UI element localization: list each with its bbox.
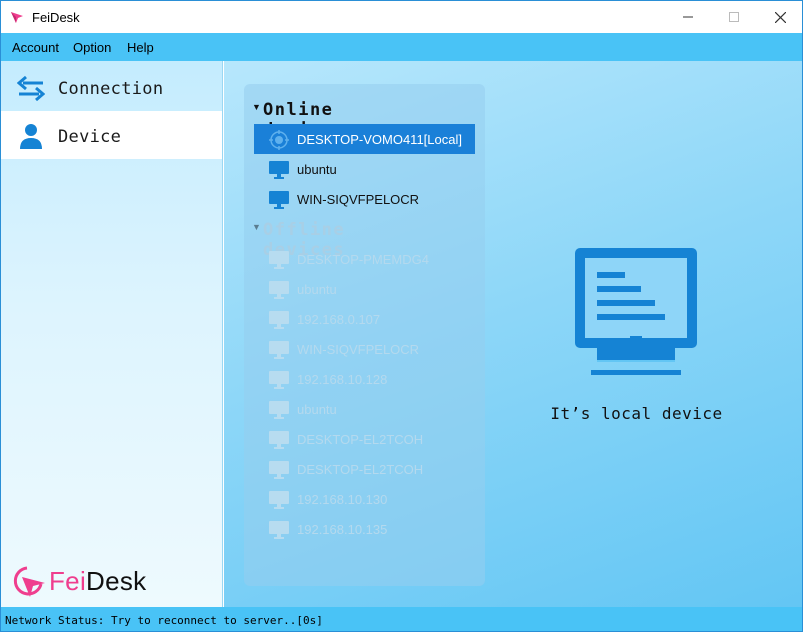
sidebar-item-label: Connection: [58, 79, 164, 99]
computer-monitor-icon: [575, 248, 697, 375]
device-name: ubuntu: [297, 282, 337, 297]
close-icon: [774, 11, 786, 23]
device-row-offline[interactable]: ubuntu: [254, 394, 475, 424]
device-name: WIN-SIQVFPELOCR: [297, 192, 420, 207]
monitor-icon: [269, 161, 289, 179]
device-row-offline[interactable]: 192.168.10.130: [254, 484, 475, 514]
collapse-triangle-icon: ▼: [252, 102, 261, 112]
device-row-offline[interactable]: 192.168.10.128: [254, 364, 475, 394]
device-name: 192.168.10.135: [297, 522, 388, 537]
swap-arrows-icon: [17, 75, 45, 101]
close-button[interactable]: [757, 1, 802, 33]
menu-option[interactable]: Option: [73, 40, 111, 55]
monitor-icon: [269, 371, 289, 389]
maximize-button[interactable]: [711, 1, 757, 33]
device-row-offline[interactable]: DESKTOP-PMEMDG4: [254, 244, 475, 274]
monitor-icon: [269, 191, 289, 209]
device-row-offline[interactable]: DESKTOP-EL2TCOH: [254, 454, 475, 484]
device-name: 192.168.10.128: [297, 372, 388, 387]
device-row-offline[interactable]: 192.168.10.135: [254, 514, 475, 544]
app-window: FeiDesk Account Option Help Connection D…: [0, 0, 803, 632]
monitor-icon: [269, 281, 289, 299]
sidebar-item-label: Device: [58, 127, 122, 147]
device-name: DESKTOP-EL2TCOH: [297, 432, 424, 447]
monitor-icon: [269, 251, 289, 269]
device-name: ubuntu: [297, 402, 337, 417]
device-name: 192.168.10.130: [297, 492, 388, 507]
brand-suffix: Desk: [86, 566, 147, 596]
user-icon: [20, 124, 42, 149]
feidesk-logo-icon: [11, 12, 23, 23]
device-row-offline[interactable]: ubuntu: [254, 274, 475, 304]
device-row-online[interactable]: DESKTOP-VOMO411[Local]: [254, 124, 475, 154]
menu-account[interactable]: Account: [12, 40, 59, 55]
brand-prefix: Fei: [49, 566, 87, 596]
device-name: WIN-SIQVFPELOCR: [297, 342, 420, 357]
network-status-text: Network Status: Try to reconnect to serv…: [5, 614, 323, 627]
maximize-icon: [729, 12, 739, 22]
minimize-button[interactable]: [665, 1, 711, 33]
target-icon: [269, 130, 289, 150]
menu-help[interactable]: Help: [127, 40, 154, 55]
device-name: ubuntu: [297, 162, 337, 177]
device-row-offline[interactable]: WIN-SIQVFPELOCR: [254, 334, 475, 364]
main-area: ▼ Online devices DESKTOP-VOMO411[Local]: [224, 61, 802, 607]
monitor-icon: [269, 491, 289, 509]
monitor-icon: [269, 461, 289, 479]
window-title: FeiDesk: [32, 10, 80, 25]
sidebar-item-device[interactable]: Device: [1, 111, 222, 159]
minimize-icon: [683, 16, 693, 18]
collapse-triangle-icon: ▼: [252, 222, 261, 232]
monitor-icon: [269, 341, 289, 359]
device-name: 192.168.0.107: [297, 312, 381, 327]
device-list-panel: ▼ Online devices DESKTOP-VOMO411[Local]: [244, 84, 485, 586]
status-bar: Network Status: Try to reconnect to serv…: [1, 607, 802, 631]
device-name: DESKTOP-EL2TCOH: [297, 462, 424, 477]
title-bar[interactable]: FeiDesk: [1, 1, 802, 33]
monitor-icon: [269, 521, 289, 539]
brand-wordmark: FeiDesk: [49, 566, 146, 597]
device-row-online[interactable]: WIN-SIQVFPELOCR: [254, 184, 475, 214]
brand-logo: FeiDesk: [11, 564, 171, 602]
sidebar-item-connection[interactable]: Connection: [1, 63, 222, 111]
monitor-icon: [269, 311, 289, 329]
monitor-icon: [269, 431, 289, 449]
sidebar: Connection Device FeiDesk: [1, 61, 223, 607]
feidesk-brand-icon: [13, 566, 45, 597]
monitor-icon: [269, 401, 289, 419]
device-row-offline[interactable]: 192.168.0.107: [254, 304, 475, 334]
menu-bar: Account Option Help: [1, 33, 802, 61]
device-row-offline[interactable]: DESKTOP-EL2TCOH: [254, 424, 475, 454]
local-device-message: It’s local device: [550, 404, 723, 423]
device-row-online[interactable]: ubuntu: [254, 154, 475, 184]
device-name: DESKTOP-VOMO411[Local]: [297, 132, 462, 147]
device-name: DESKTOP-PMEMDG4: [297, 252, 429, 267]
